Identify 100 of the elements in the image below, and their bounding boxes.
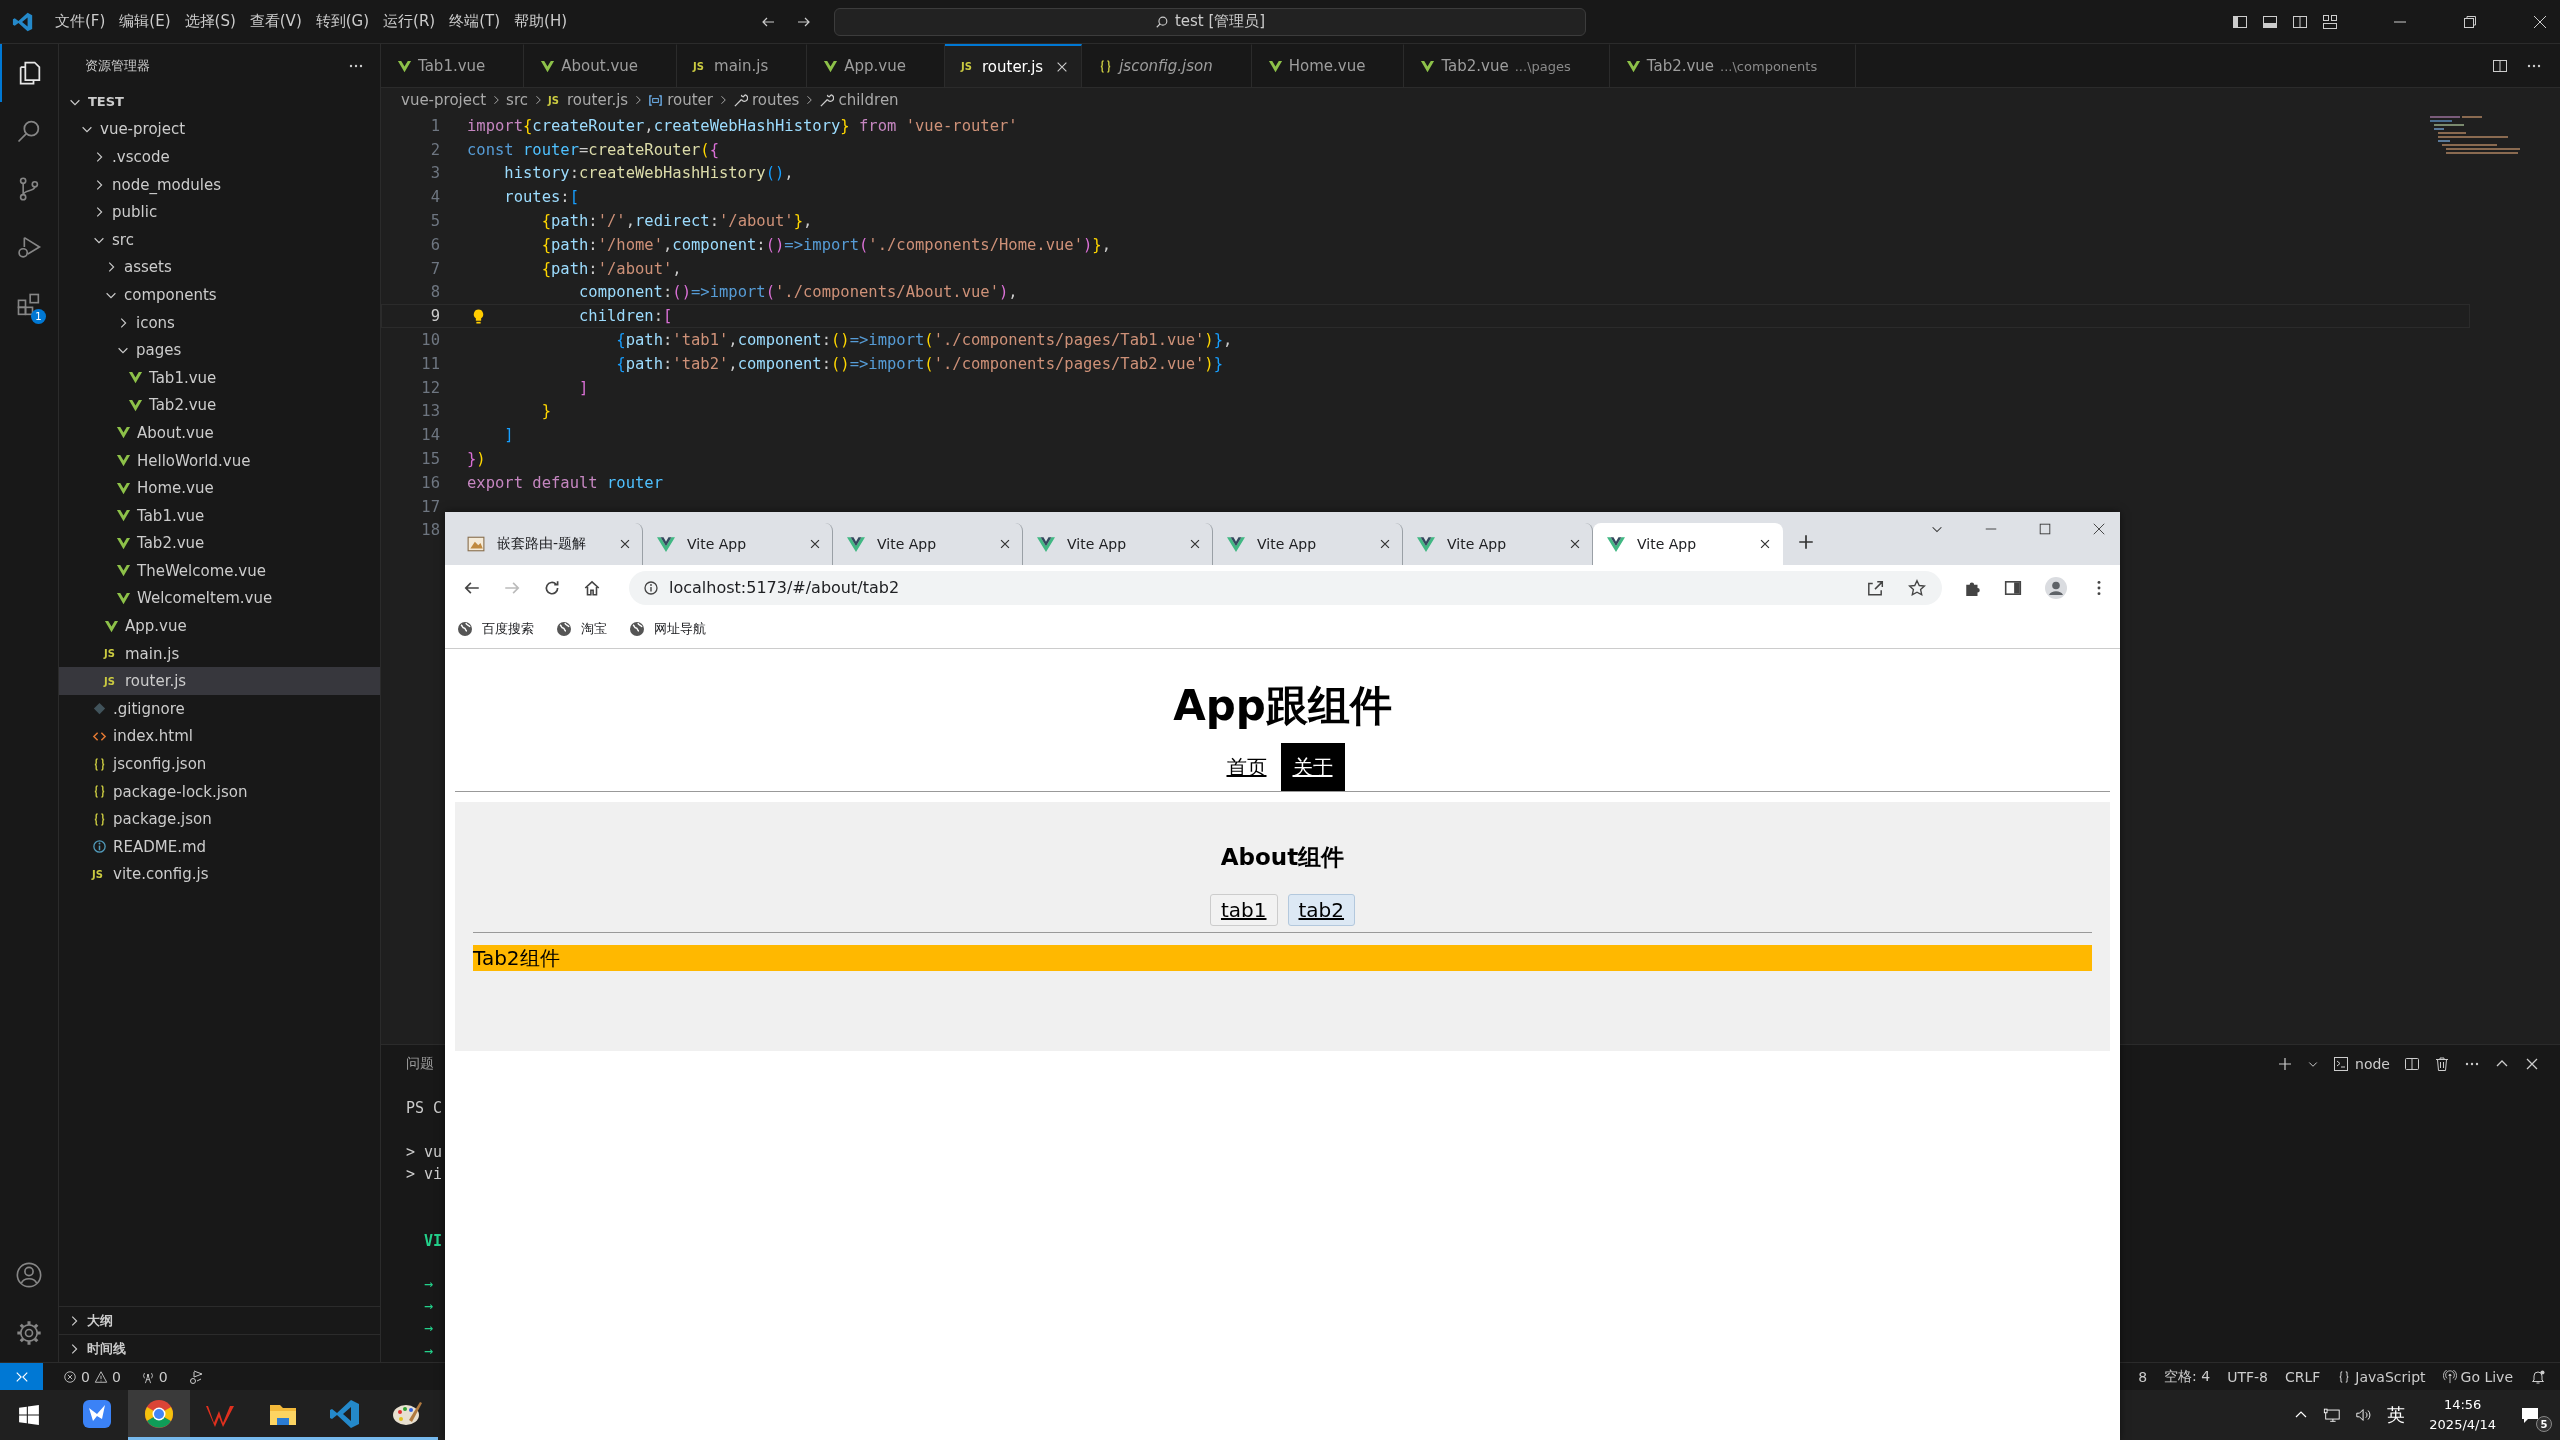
editor-tab[interactable]: jsconfig.json (1082, 44, 1252, 87)
reload-icon[interactable] (543, 578, 561, 597)
browser-app-icon[interactable] (143, 1397, 175, 1430)
editor-tab[interactable]: Tab2.vue ...\components (1609, 44, 1857, 87)
tree-item[interactable]: TEST (59, 88, 380, 116)
panel-layout-icon[interactable] (2262, 13, 2278, 30)
breadcrumb-item[interactable]: src (506, 91, 528, 109)
bookmark-item[interactable]: 淘宝 (556, 620, 607, 638)
menu-item[interactable]: 编辑(E) (112, 12, 178, 31)
account-icon[interactable] (15, 1261, 43, 1289)
status-item[interactable]: Go Live (2442, 1368, 2513, 1385)
close-icon[interactable] (1758, 537, 1772, 551)
tree-item[interactable]: WelcomeItem.vue (59, 584, 380, 613)
nav-link[interactable]: 关于 (1280, 743, 1345, 791)
status-item[interactable]: UTF-8 (2227, 1368, 2268, 1385)
menu-item[interactable]: 转到(G) (308, 12, 377, 31)
close-icon[interactable] (998, 537, 1012, 551)
close-icon[interactable] (618, 537, 632, 551)
section-header[interactable]: 大纲 (59, 1306, 380, 1334)
clock[interactable]: 14:56 2025/4/14 (2429, 1395, 2496, 1435)
debug-run-icon[interactable] (187, 1368, 204, 1385)
bell-icon[interactable] (2530, 1368, 2546, 1385)
status-item[interactable]: 空格: 4 (2164, 1367, 2211, 1386)
terminal-selector[interactable]: node (2333, 1055, 2390, 1072)
side-panel-icon[interactable] (2004, 578, 2022, 597)
code-editor-app-icon[interactable] (329, 1397, 361, 1430)
tree-item[interactable]: public (59, 198, 380, 226)
start-icon[interactable] (18, 1404, 40, 1426)
tree-item[interactable]: assets (59, 253, 380, 282)
close-icon[interactable] (2092, 522, 2106, 536)
nav-link[interactable]: 首页 (1220, 743, 1273, 791)
home-icon[interactable] (583, 578, 601, 597)
menu-item[interactable]: 帮助(H) (507, 12, 575, 31)
browser-tab[interactable]: Vite App (1593, 523, 1783, 565)
input-method-indicator[interactable]: 英 (2387, 1403, 2406, 1427)
close-icon[interactable] (1378, 537, 1392, 551)
maximize-icon[interactable] (2038, 522, 2052, 536)
tree-item[interactable]: JS vite.config.js (59, 860, 380, 889)
tree-item[interactable]: .vscode (59, 143, 380, 171)
command-center[interactable]: test [管理员] (834, 7, 1587, 36)
close-icon[interactable] (2532, 13, 2548, 30)
notification-icon[interactable] (2520, 1405, 2540, 1425)
section-header[interactable]: 时间线 (59, 1334, 380, 1362)
browser-tab[interactable]: Vite App (1023, 523, 1213, 565)
tree-item[interactable]: icons (59, 308, 380, 337)
minimap[interactable] (2430, 116, 2520, 156)
tree-item[interactable]: JS main.js (59, 639, 380, 668)
close-icon[interactable] (808, 537, 822, 551)
ports-indicator[interactable]: 0 (140, 1368, 168, 1385)
editor-tab[interactable]: Tab1.vue (381, 44, 525, 87)
editor-tab[interactable]: Tab2.vue ...\pages (1404, 44, 1610, 87)
bird-app-icon[interactable] (81, 1397, 113, 1430)
tab-link[interactable]: tab1 (1209, 894, 1278, 926)
new-tab-icon[interactable] (1797, 532, 1815, 551)
restore-icon[interactable] (2462, 13, 2478, 30)
tree-item[interactable]: components (59, 281, 380, 309)
split-layout-icon[interactable] (2292, 13, 2308, 30)
menu-item[interactable]: 运行(R) (376, 12, 443, 31)
split-icon[interactable] (2404, 1055, 2420, 1072)
tree-item[interactable]: index.html (59, 722, 380, 751)
tree-item[interactable]: App.vue (59, 612, 380, 640)
browser-tab[interactable]: 嵌套路由-题解 (453, 523, 643, 565)
bookmark-star-icon[interactable] (1908, 578, 1926, 597)
tree-item[interactable]: pages (59, 336, 380, 364)
breadcrumb-item[interactable]: routes (752, 91, 800, 109)
breadcrumb-item[interactable]: children (838, 91, 899, 109)
editor-tab[interactable]: About.vue (524, 44, 678, 87)
bookmark-item[interactable]: 百度搜索 (457, 620, 534, 638)
tree-item[interactable]: src (59, 225, 380, 254)
browser-tab[interactable]: Vite App (1213, 523, 1403, 565)
avatar-icon[interactable] (2044, 575, 2068, 600)
tree-item[interactable]: Tab2.vue (59, 391, 380, 420)
tree-item[interactable]: HelloWorld.vue (59, 446, 380, 475)
split-editor-icon[interactable] (2492, 57, 2508, 74)
browser-tab[interactable]: Vite App (833, 523, 1023, 565)
share-icon[interactable] (1866, 578, 1884, 597)
tree-item[interactable]: TheWelcome.vue (59, 557, 380, 585)
tree-item[interactable]: Tab1.vue (59, 501, 380, 530)
tree-item[interactable]: package-lock.json (59, 777, 380, 806)
plus-icon[interactable] (2277, 1055, 2294, 1072)
panel-tab[interactable]: 问题 (406, 1054, 434, 1073)
problems-indicator[interactable]: 0 0 (63, 1368, 121, 1385)
breadcrumb-item[interactable]: router.js (567, 91, 629, 109)
tree-item[interactable]: .gitignore (59, 695, 380, 723)
status-item[interactable]: 8 (2138, 1368, 2148, 1385)
trash-icon[interactable] (2434, 1055, 2450, 1072)
menu-item[interactable]: 选择(S) (177, 12, 243, 31)
tree-item[interactable]: About.vue (59, 419, 380, 447)
breadcrumb-item[interactable]: router (667, 91, 713, 109)
status-item[interactable]: CRLF (2285, 1368, 2321, 1385)
tree-item[interactable]: jsconfig.json (59, 750, 380, 778)
sidebar-layout-icon[interactable] (2232, 13, 2248, 30)
editor-tab[interactable]: Home.vue (1251, 44, 1405, 87)
tree-item[interactable]: JS router.js (59, 667, 380, 696)
editor-tab[interactable]: JS router.js (945, 44, 1083, 87)
tree-item[interactable]: README.md (59, 833, 380, 861)
tree-item[interactable]: node_modules (59, 170, 380, 199)
tree-item[interactable]: package.json (59, 805, 380, 834)
status-item[interactable]: JavaScript (2337, 1368, 2426, 1385)
breadcrumb-item[interactable]: vue-project (401, 91, 487, 109)
